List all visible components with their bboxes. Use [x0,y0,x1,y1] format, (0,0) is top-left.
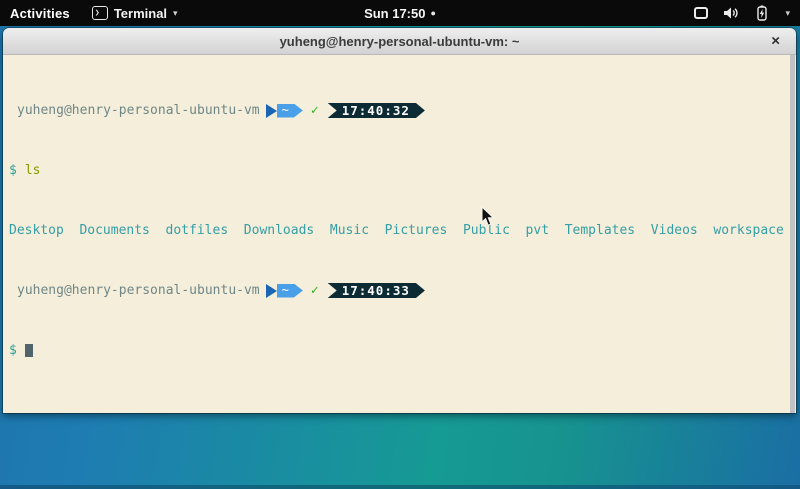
status-ok-icon: ✓ [311,103,319,118]
prompt-cwd-badge: ~ [277,284,303,298]
prompt-user-host: yuheng@henry-personal-ubuntu-vm [9,283,260,298]
chevron-down-icon: ▾ [785,9,790,18]
desktop-bottom-edge [0,485,800,489]
command-line: $ ls [9,163,786,178]
typed-command: ls [25,163,41,178]
prompt-symbol: $ [9,343,17,358]
screen-icon [694,7,708,19]
battery-charging-icon [754,5,770,21]
terminal-scrollbar[interactable] [790,55,795,413]
notification-dot: ● [430,8,435,18]
status-ok-icon: ✓ [311,283,319,298]
top-panel: Activities ❯ Terminal ▾ Sun 17:50 ● [0,0,800,26]
prompt-cwd-badge: ~ [277,104,303,118]
activities-button[interactable]: Activities [10,6,70,21]
input-line: $ [9,343,786,358]
powerline-arrow-icon [266,284,277,298]
text-cursor [25,344,33,357]
prompt-symbol: $ [9,163,17,178]
terminal-content[interactable]: yuheng@henry-personal-ubuntu-vm ~ ✓ 17:4… [3,55,796,413]
panel-left-cluster: Activities ❯ Terminal ▾ [0,6,178,21]
prompt-line: yuheng@henry-personal-ubuntu-vm ~ ✓ 17:4… [9,103,786,118]
directory-listing: Desktop Documents dotfiles Downloads Mus… [9,223,784,238]
app-menu-terminal[interactable]: ❯ Terminal ▾ [92,6,178,21]
app-menu-label: Terminal [114,6,167,21]
screen: Activities ❯ Terminal ▾ Sun 17:50 ● [0,0,800,489]
window-title: yuheng@henry-personal-ubuntu-vm: ~ [280,34,520,49]
prompt-user-host: yuheng@henry-personal-ubuntu-vm [9,103,260,118]
volume-icon [723,5,739,21]
terminal-window: yuheng@henry-personal-ubuntu-vm: ~ × yuh… [3,28,796,413]
chevron-down-icon: ▾ [173,9,178,18]
prompt-timestamp: 17:40:32 [328,103,425,118]
close-icon[interactable]: × [771,34,780,49]
clock-button[interactable]: Sun 17:50 [364,6,425,21]
powerline-arrow-icon [266,104,277,118]
prompt-line: yuheng@henry-personal-ubuntu-vm ~ ✓ 17:4… [9,283,786,298]
terminal-app-icon: ❯ [92,6,108,20]
powerline-segment: ~ ✓ 17:40:32 [266,103,425,118]
scrollbar-thumb[interactable] [790,55,795,413]
system-status-menu[interactable]: ▾ [694,5,800,21]
prompt-timestamp: 17:40:33 [328,283,425,298]
powerline-segment: ~ ✓ 17:40:33 [266,283,425,298]
window-titlebar[interactable]: yuheng@henry-personal-ubuntu-vm: ~ × [3,28,796,55]
ls-output-line: Desktop Documents dotfiles Downloads Mus… [9,223,786,238]
